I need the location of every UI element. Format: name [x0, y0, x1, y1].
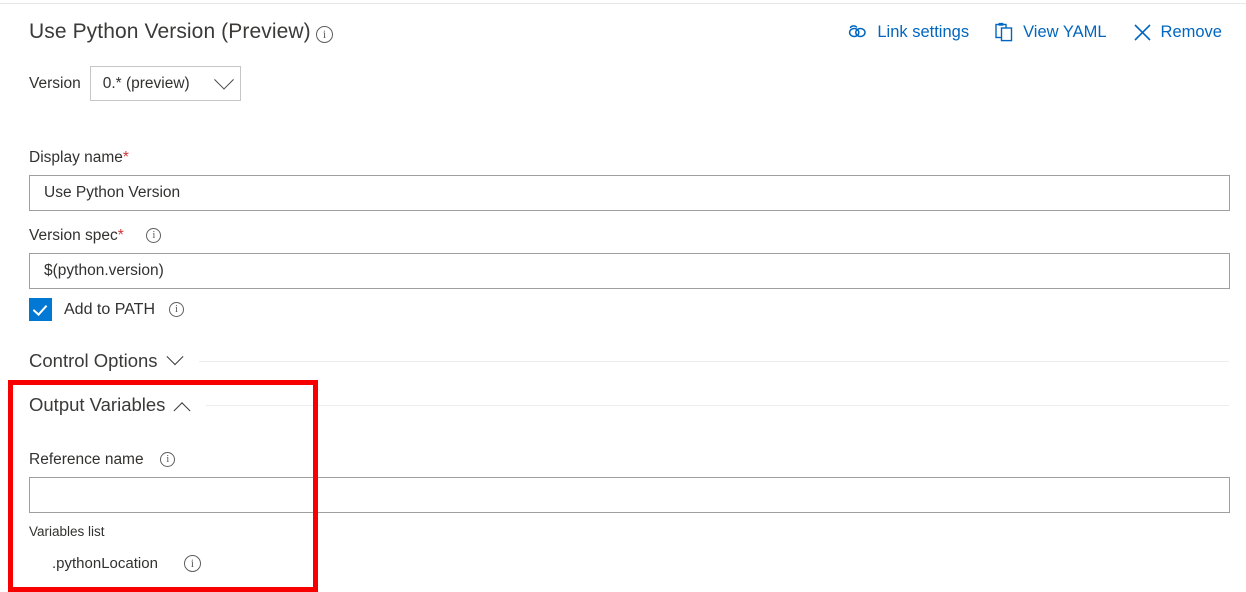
- section-divider: [206, 405, 1229, 406]
- display-name-label-text: Display name: [29, 149, 123, 166]
- view-yaml-button[interactable]: View YAML: [995, 22, 1106, 42]
- version-spec-label-text: Version spec: [29, 227, 118, 244]
- display-name-label: Display name*: [29, 149, 129, 167]
- output-variables-title: Output Variables: [29, 394, 165, 416]
- chevron-down-icon: [214, 69, 234, 89]
- section-control-options[interactable]: Control Options: [29, 350, 1229, 372]
- required-marker: *: [118, 227, 124, 244]
- remove-label: Remove: [1161, 23, 1222, 42]
- info-icon[interactable]: [160, 452, 175, 467]
- required-marker: *: [123, 149, 129, 166]
- chevron-up-icon: [174, 402, 191, 419]
- display-name-value: Use Python Version: [44, 184, 180, 202]
- add-to-path-row: Add to PATH: [29, 298, 184, 321]
- close-x-icon: [1133, 23, 1152, 42]
- info-icon[interactable]: [146, 228, 161, 243]
- top-divider: [0, 3, 1246, 4]
- link-settings-label: Link settings: [877, 23, 969, 42]
- version-dropdown-value: 0.* (preview): [103, 75, 217, 93]
- info-icon-glyph: [169, 302, 184, 317]
- remove-button[interactable]: Remove: [1133, 23, 1222, 42]
- version-label: Version: [29, 75, 81, 93]
- version-spec-input[interactable]: $(python.version): [29, 253, 1230, 289]
- reference-name-label-text: Reference name: [29, 451, 144, 468]
- chevron-down-icon: [166, 348, 183, 365]
- clipboard-icon: [995, 22, 1014, 42]
- task-header: Use Python Version (Preview) Link settin…: [0, 20, 1246, 64]
- header-actions: Link settings View YAML Remove: [847, 22, 1222, 42]
- reference-name-input[interactable]: [29, 477, 1230, 513]
- page-title: Use Python Version (Preview): [29, 20, 311, 44]
- version-row: Version 0.* (preview): [29, 66, 241, 101]
- variables-list-label: Variables list: [29, 524, 105, 539]
- link-settings-button[interactable]: Link settings: [847, 23, 969, 42]
- list-item: .pythonLocation: [52, 555, 201, 572]
- control-options-title: Control Options: [29, 350, 158, 372]
- info-icon[interactable]: [169, 301, 184, 319]
- section-divider: [199, 361, 1229, 362]
- add-to-path-checkbox[interactable]: [29, 298, 52, 321]
- title-info-icon[interactable]: [316, 26, 333, 44]
- add-to-path-label: Add to PATH: [64, 301, 155, 319]
- version-dropdown[interactable]: 0.* (preview): [90, 66, 241, 101]
- display-name-input[interactable]: Use Python Version: [29, 175, 1230, 211]
- version-spec-value: $(python.version): [44, 262, 164, 280]
- link-icon: [847, 24, 868, 41]
- view-yaml-label: View YAML: [1023, 23, 1106, 42]
- info-icon: [316, 26, 333, 43]
- variable-name: .pythonLocation: [52, 555, 158, 572]
- info-icon[interactable]: [184, 555, 201, 572]
- section-output-variables[interactable]: Output Variables: [29, 394, 1229, 416]
- version-spec-label: Version spec*: [29, 227, 161, 245]
- reference-name-label: Reference name: [29, 451, 175, 469]
